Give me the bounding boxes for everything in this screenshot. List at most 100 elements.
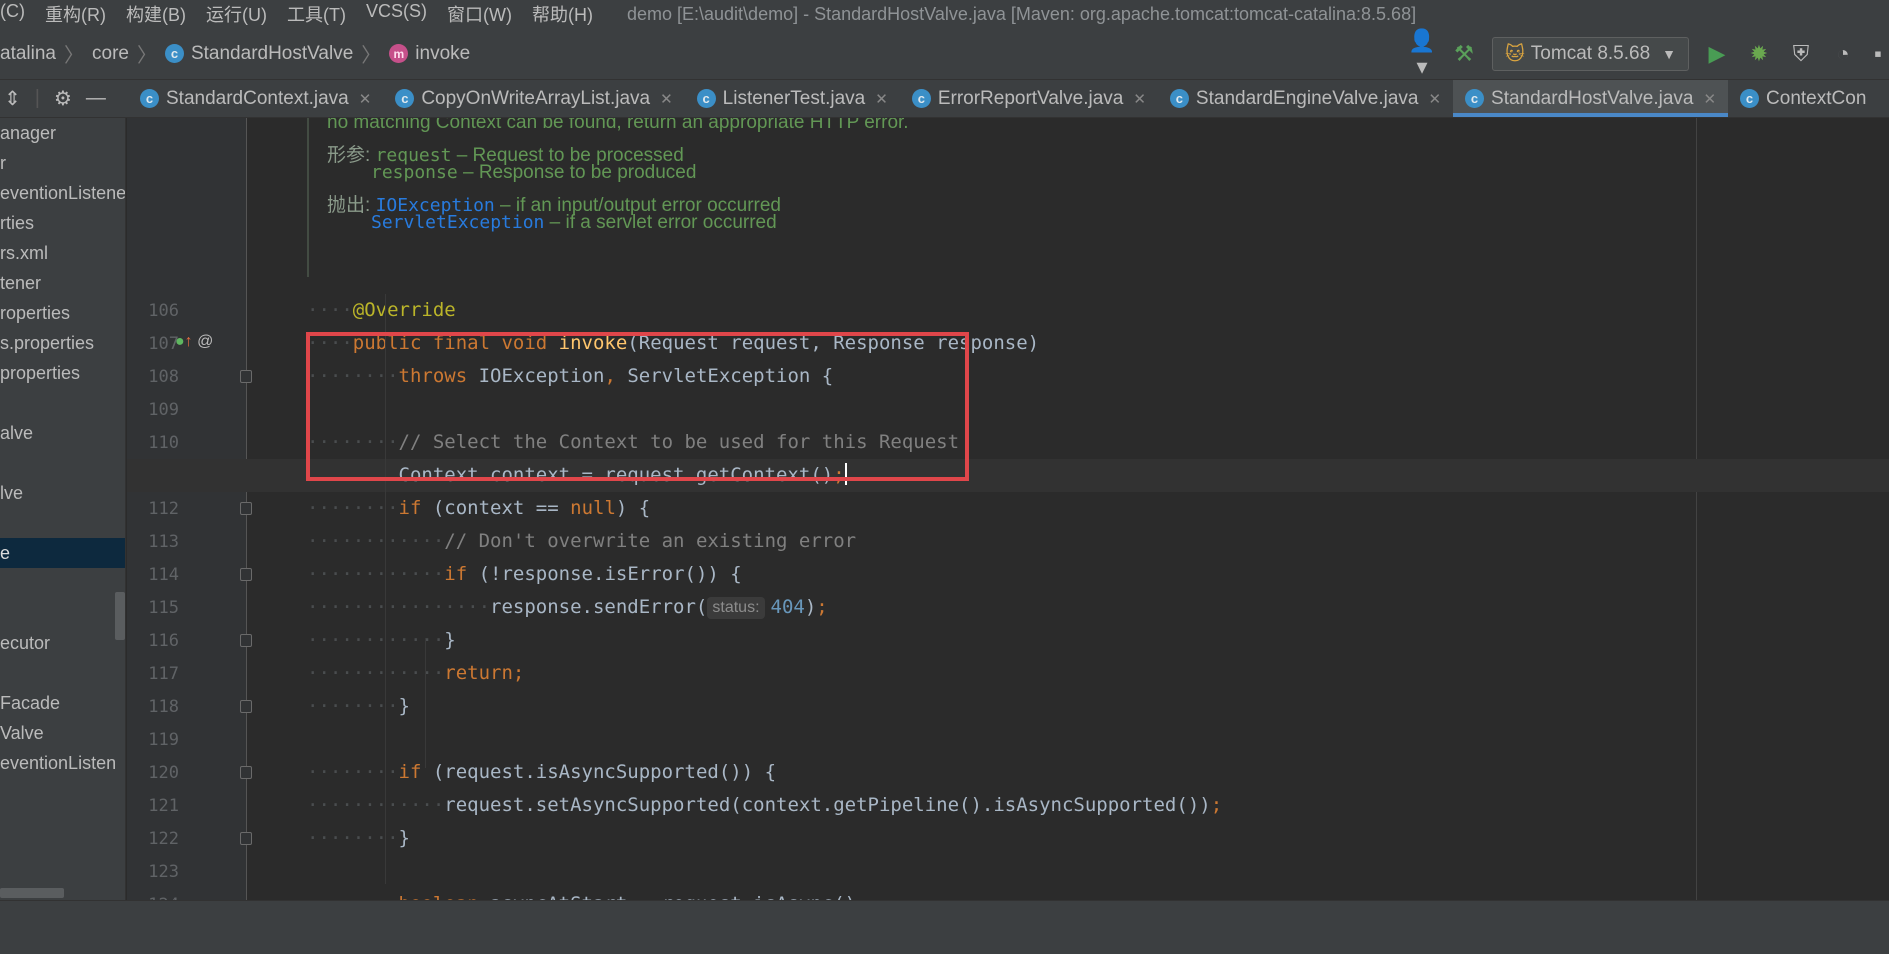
chevron-right-icon: 〉 [64, 45, 84, 67]
project-tree-item[interactable]: anager [0, 118, 125, 148]
editor-tab[interactable]: c ContextCon [1728, 80, 1878, 117]
breadcrumb-item-package[interactable]: atalina [0, 43, 56, 65]
code-token: throws [398, 365, 479, 387]
menu-items: (C) 重构(R) 构建(B) 运行(U) 工具(T) VCS(S) 窗口(W) 帮助(H) [0, 1, 603, 27]
breadcrumb: atalina 〉 core 〉 c StandardHostValve 〉 m… [0, 39, 470, 68]
editor-tab[interactable]: c StandardContext.java ✕ [128, 80, 383, 117]
collapse-all-icon[interactable]: ⇕ [4, 86, 21, 111]
menu-item[interactable]: 工具(T) [277, 1, 356, 27]
project-tree-item[interactable]: tener [0, 268, 125, 298]
code-token: invoke [558, 332, 628, 354]
project-vertical-scrollbar[interactable] [115, 592, 125, 640]
chevron-right-icon: 〉 [136, 45, 157, 67]
code-token: } [444, 629, 456, 651]
breadcrumb-item-method[interactable]: invoke [415, 43, 470, 65]
code-line[interactable]: Context context = request.getContext(); [127, 459, 1889, 492]
code-line-text: ········} [307, 690, 410, 723]
code-line-text: ········if (request.isAsyncSupported()) … [307, 756, 776, 789]
project-tree-item[interactable] [0, 568, 125, 598]
code-token: (!response.isError()) { [478, 563, 742, 585]
code-token: response.sendError( [490, 596, 708, 618]
close-icon[interactable]: ✕ [660, 90, 673, 108]
code-token: (Request request, Response response) [627, 332, 1040, 354]
class-icon: c [1740, 89, 1760, 108]
gear-icon[interactable]: ⚙ [54, 86, 72, 111]
user-icon[interactable]: 👤▾ [1408, 28, 1436, 80]
code-token: (request.isAsyncSupported()) { [432, 761, 777, 783]
project-horizontal-scrollbar[interactable] [0, 888, 64, 898]
project-tree-item[interactable]: eventionListene [0, 178, 125, 208]
hide-panel-icon[interactable]: — [86, 87, 106, 110]
project-tree-item[interactable]: r [0, 148, 125, 178]
project-tree-item[interactable] [0, 508, 125, 538]
code-token: ; [856, 893, 867, 900]
status-bar [0, 900, 1889, 954]
project-tree-item[interactable]: roperties [0, 298, 125, 328]
project-tree-item[interactable] [0, 598, 125, 628]
code-token: if [398, 761, 433, 783]
project-tree-item[interactable]: Facade [0, 688, 125, 718]
project-tree-item[interactable]: rs.xml [0, 238, 125, 268]
project-tree-item[interactable]: properties [0, 358, 125, 388]
editor-tab-label: ContextCon [1766, 87, 1867, 109]
close-icon[interactable]: ✕ [1428, 90, 1441, 108]
editor-tab[interactable]: c StandardEngineValve.java ✕ [1158, 80, 1453, 117]
project-tree-item[interactable]: s.properties [0, 328, 125, 358]
editor-tab-label: CopyOnWriteArrayList.java [421, 87, 651, 109]
class-icon: c [1169, 89, 1189, 108]
code-token: // Select the Context to be used for thi… [398, 431, 960, 453]
editor-tab[interactable]: c StandardHostValve.java ✕ [1453, 80, 1729, 117]
run-icon[interactable]: ▶ [1703, 41, 1731, 67]
project-tree-item[interactable]: ecutor [0, 628, 125, 658]
indent-dots: ············ [307, 662, 445, 684]
close-icon[interactable]: ✕ [359, 90, 372, 108]
code-token: if [444, 563, 479, 585]
editor-tab[interactable]: c ListenerTest.java ✕ [685, 80, 900, 117]
close-icon[interactable]: ✕ [1703, 90, 1716, 108]
indent-dots: ············ [307, 794, 445, 816]
code-token: if [398, 497, 433, 519]
project-toolbar: ⇕ | ⚙ — [0, 80, 128, 118]
code-editor[interactable]: 106107●↑ @108109110111112113114115116117… [127, 118, 1889, 900]
editor-tab-label: StandardEngineValve.java [1195, 87, 1419, 109]
menu-item[interactable]: 构建(B) [116, 1, 196, 27]
project-panel: anager r eventionListene rties rs.xml tener ro… [0, 118, 126, 900]
indent-dots: ············ [307, 629, 445, 651]
more-icon[interactable]: ▪ [1871, 41, 1885, 67]
chevron-right-icon: 〉 [361, 45, 382, 67]
editor-tab[interactable]: c CopyOnWriteArrayList.java ✕ [383, 80, 684, 117]
code-token: , [604, 365, 628, 387]
debug-icon[interactable]: ✹ [1745, 41, 1773, 67]
menu-item[interactable]: 重构(R) [35, 1, 116, 27]
code-lines[interactable]: ····@Override ····public final void invok… [127, 118, 1889, 900]
build-hammer-icon[interactable]: ⚒ [1450, 41, 1478, 67]
profile-icon[interactable]: ◔ [1829, 41, 1857, 67]
run-config-selector[interactable]: 🐱 Tomcat 8.5.68 ▼ [1491, 37, 1689, 71]
class-icon: c [164, 44, 184, 63]
project-tree-item[interactable]: Valve [0, 718, 125, 748]
project-tree-item[interactable]: lve [0, 478, 125, 508]
editor-tab[interactable]: c ErrorReportValve.java ✕ [900, 80, 1158, 117]
code-token: request.setAsyncSupported(context.getPip… [444, 794, 1211, 816]
project-tree-item[interactable] [0, 388, 125, 418]
close-icon[interactable]: ✕ [1133, 90, 1146, 108]
code-token: return; [444, 662, 525, 684]
menu-item[interactable]: (C) [0, 1, 35, 27]
breadcrumb-item-class[interactable]: StandardHostValve [191, 43, 353, 65]
menu-item[interactable]: 窗口(W) [437, 1, 522, 27]
project-tree-item[interactable] [0, 448, 125, 478]
menu-item[interactable]: 帮助(H) [522, 1, 603, 27]
breadcrumb-item-core[interactable]: core [92, 43, 129, 65]
code-token: 404 [770, 596, 805, 618]
coverage-icon[interactable]: ⛨ [1787, 41, 1815, 67]
menu-item[interactable]: VCS(S) [356, 1, 437, 27]
code-token: (context == [432, 497, 571, 519]
project-tree-item[interactable]: rties [0, 208, 125, 238]
project-tree-item[interactable] [0, 658, 125, 688]
close-icon[interactable]: ✕ [875, 90, 888, 108]
project-tree-item[interactable]: eventionListen [0, 748, 125, 778]
project-tree-item[interactable]: e [0, 538, 125, 568]
project-tree-item[interactable]: alve [0, 418, 125, 448]
menu-item[interactable]: 运行(U) [196, 1, 277, 27]
code-token: ; [833, 464, 845, 486]
